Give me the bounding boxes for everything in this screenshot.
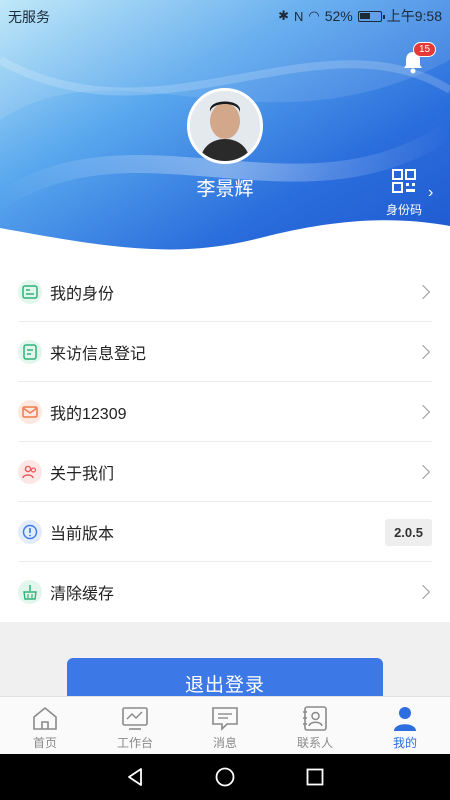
chevron-right-icon: › [428, 184, 434, 201]
person-icon [394, 707, 416, 731]
clock: 上午9:58 [386, 8, 442, 24]
mail-icon [18, 400, 42, 424]
tab-label: 消息 [212, 736, 237, 750]
message-icon [212, 707, 238, 731]
tab-home[interactable]: 首页 [0, 697, 90, 754]
form-icon [18, 340, 42, 364]
tab-contacts[interactable]: 联系人 [270, 697, 360, 754]
avatar[interactable] [187, 88, 263, 164]
menu-item-my-identity[interactable]: 我的身份 [0, 262, 450, 322]
info-icon [18, 520, 42, 544]
chevron-right-icon [415, 404, 431, 420]
id-code-label: 身份码 [385, 203, 422, 217]
status-bar: 无服务 ✱ N ◠ 52% 上午9:58 [0, 0, 450, 30]
menu-item-label: 当前版本 [50, 526, 115, 543]
menu-item-about-us[interactable]: 关于我们 [0, 442, 450, 502]
battery-icon [357, 10, 385, 22]
menu-item-label: 关于我们 [50, 466, 115, 483]
back-icon[interactable] [124, 766, 146, 788]
menu-item-label: 来访信息登记 [50, 346, 147, 363]
menu-item-label: 清除缓存 [50, 586, 115, 603]
notification-badge: 15 [413, 42, 437, 57]
tab-mine[interactable]: 我的 [360, 697, 450, 754]
nfc-icon: N [293, 8, 304, 24]
tab-label: 联系人 [296, 736, 333, 750]
tab-label: 工作台 [116, 736, 153, 750]
bluetooth-icon: ✱ [278, 8, 289, 23]
system-navigation-bar [0, 754, 450, 800]
chevron-right-icon [415, 464, 431, 480]
chevron-right-icon [415, 584, 431, 600]
menu-item-visit-registration[interactable]: 来访信息登记 [0, 322, 450, 382]
monitor-icon [122, 707, 148, 730]
users-icon [18, 460, 42, 484]
user-name: 李景辉 [196, 179, 254, 200]
id-code-button[interactable]: 身份码 [384, 168, 424, 218]
chevron-right-icon [415, 284, 431, 300]
menu-item-label: 我的12309 [50, 406, 127, 423]
id-card-icon [18, 280, 42, 304]
menu-item-label: 我的身份 [50, 286, 115, 303]
tab-messages[interactable]: 消息 [180, 697, 270, 754]
carrier-label: 无服务 [8, 9, 50, 25]
broom-icon [18, 580, 42, 604]
menu-item-clear-cache[interactable]: 清除缓存 [0, 562, 450, 622]
battery-percent: 52% [324, 8, 353, 24]
wifi-icon: ◠ [308, 8, 320, 23]
logout-button[interactable]: 退出登录 [67, 658, 383, 698]
tab-workbench[interactable]: 工作台 [90, 697, 180, 754]
recents-icon[interactable] [304, 766, 326, 788]
tab-label: 我的 [392, 736, 417, 750]
settings-menu: 我的身份 来访信息登记 我的12309 关于我们 当前版本 2.0.5 清除缓存 [0, 262, 450, 622]
menu-item-my-12309[interactable]: 我的12309 [0, 382, 450, 442]
tab-label: 首页 [32, 736, 57, 750]
menu-item-current-version: 当前版本 2.0.5 [0, 502, 450, 562]
home-icon [33, 706, 57, 730]
user-photo [190, 91, 260, 161]
contact-icon [303, 706, 327, 731]
home-button-icon[interactable] [214, 766, 236, 788]
bottom-tab-bar: 首页 工作台 消息 联系人 我的 [0, 696, 450, 754]
qr-code-icon [392, 169, 416, 193]
version-value: 2.0.5 [385, 518, 432, 546]
chevron-right-icon [415, 344, 431, 360]
